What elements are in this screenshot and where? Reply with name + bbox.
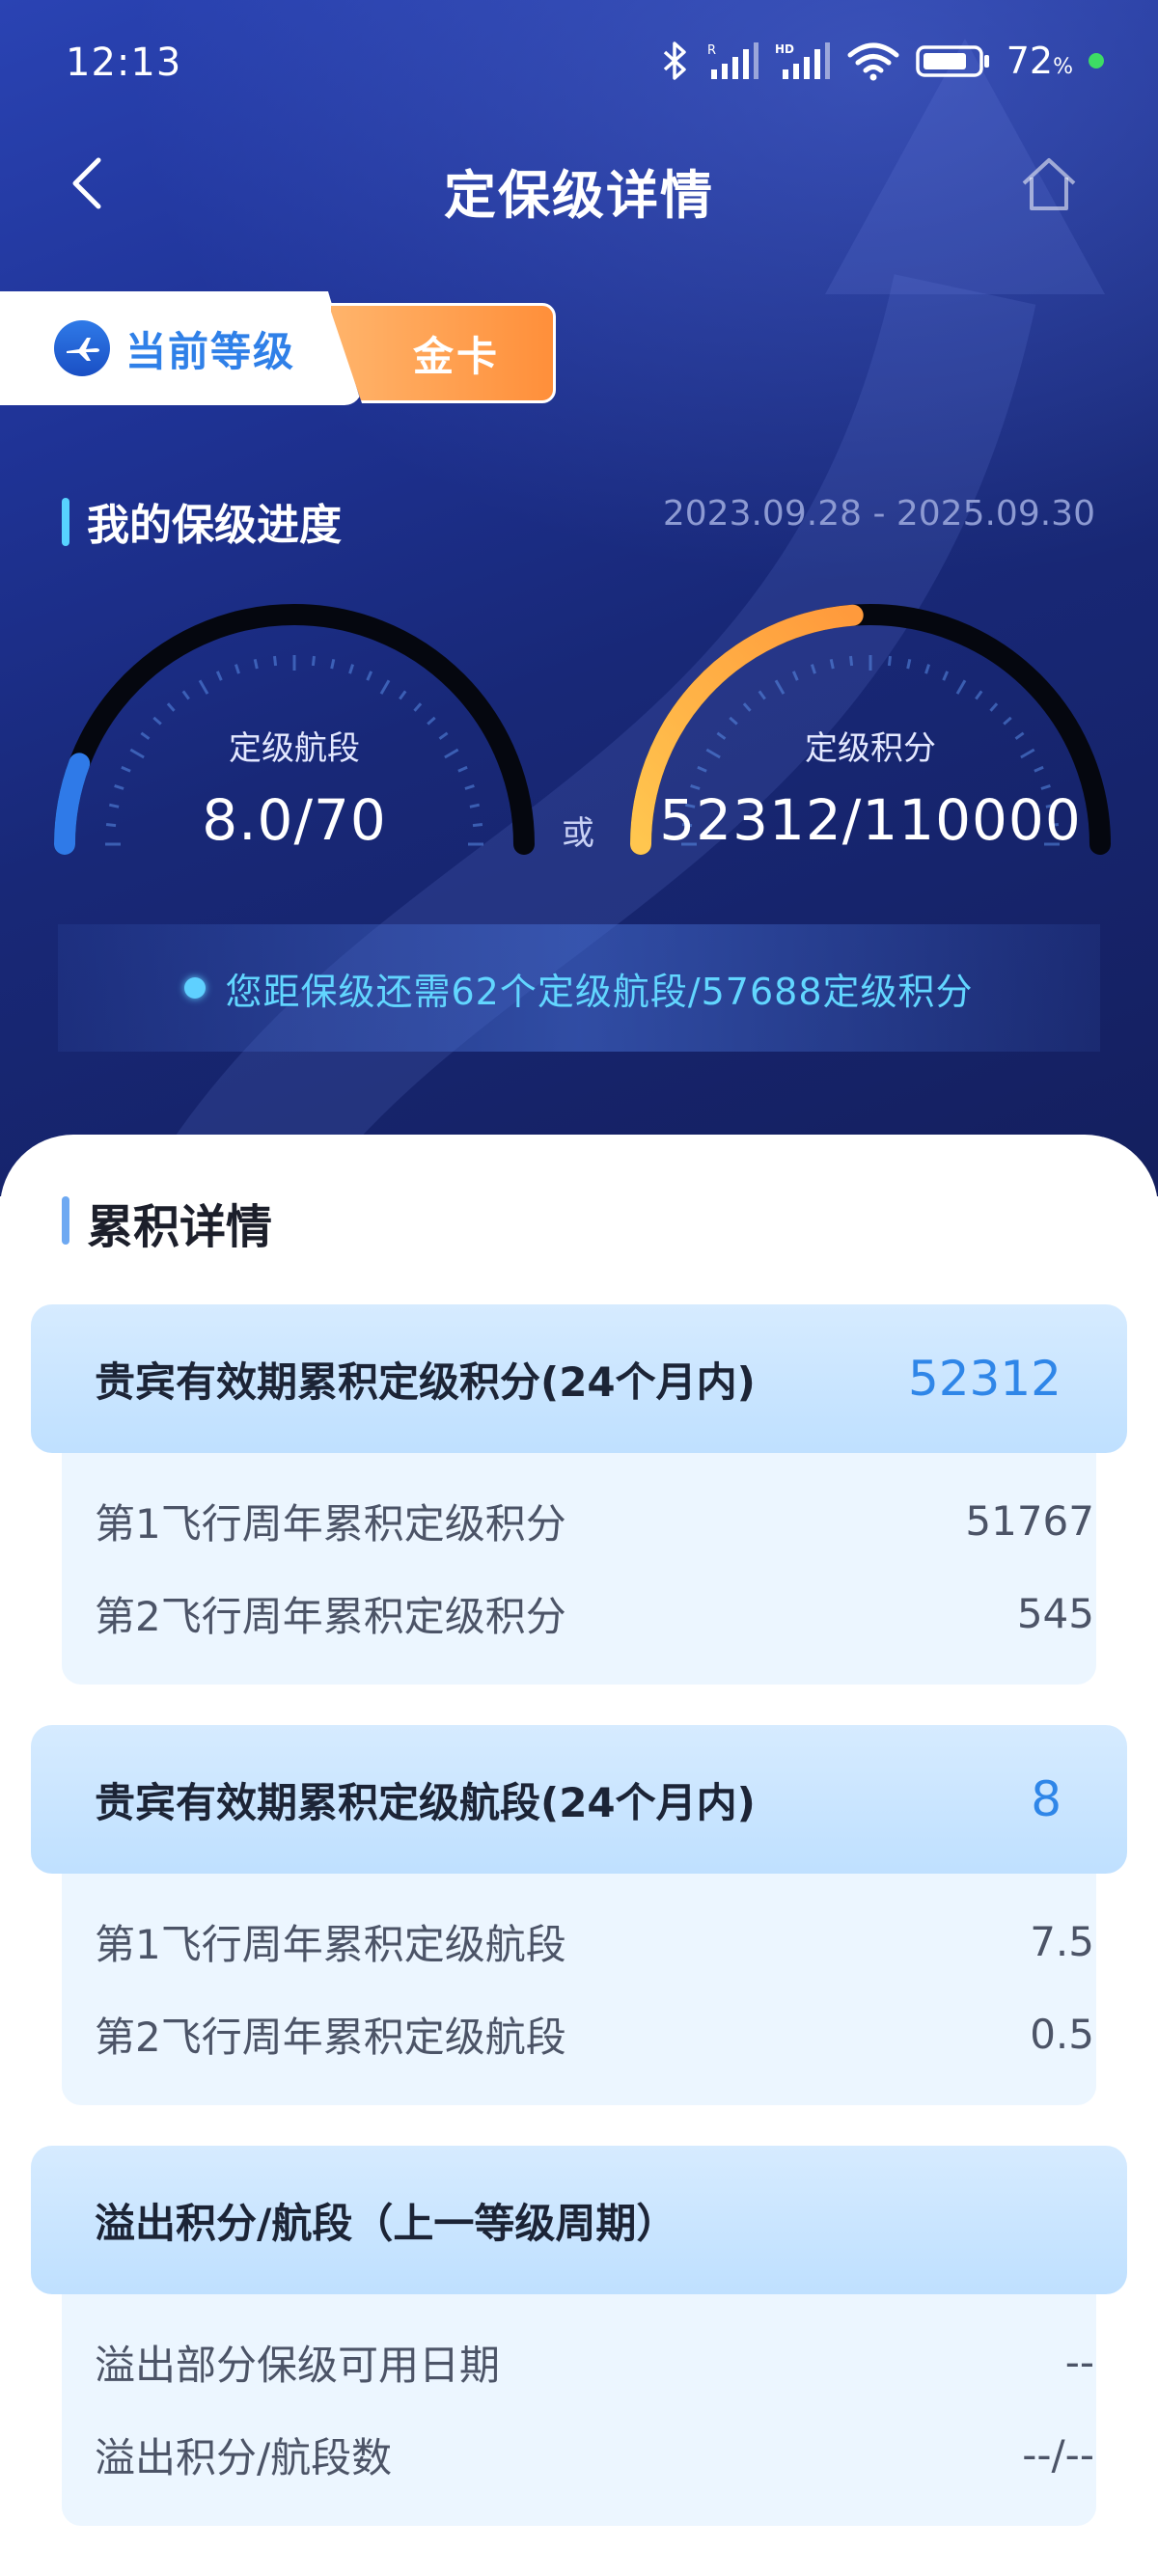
row-label: 第1飞行周年累积定级积分 bbox=[95, 1499, 566, 1548]
privacy-indicator-dot bbox=[1089, 53, 1104, 69]
group-title: 贵宾有效期累积定级航段(24个月内) bbox=[95, 1778, 756, 1826]
segments-gauge: 定级航段 8.0/70 bbox=[48, 598, 540, 868]
detail-row: 第1飞行周年累积定级积分 51767 bbox=[95, 1492, 1094, 1549]
level-value: 金卡 bbox=[412, 332, 500, 380]
gauge-tick bbox=[379, 679, 391, 695]
gauge-tick bbox=[942, 671, 950, 681]
gauge-tick bbox=[234, 664, 240, 674]
gauge-tick bbox=[849, 655, 854, 667]
points-gauge-label: 定级积分 bbox=[805, 729, 936, 768]
gauge-tick bbox=[975, 690, 983, 700]
status-time: 12:13 bbox=[66, 41, 182, 85]
segments-gauge-label: 定级航段 bbox=[229, 729, 360, 768]
section-accent-bar bbox=[62, 498, 69, 546]
gauge-tick bbox=[166, 702, 176, 712]
gauge-tick bbox=[413, 702, 423, 712]
row-value: 7.5 bbox=[1030, 1917, 1094, 1965]
segments-accumulation-group: 贵宾有效期累积定级航段(24个月内) 8 bbox=[31, 1725, 1127, 1874]
level-badge-gold: 金卡 bbox=[328, 303, 556, 403]
signal-hd-icon: HD bbox=[775, 42, 830, 79]
progress-title: 我的保级进度 bbox=[87, 501, 342, 550]
or-label: 或 bbox=[562, 814, 594, 853]
row-value: 51767 bbox=[965, 1496, 1094, 1545]
signal-r-icon: R bbox=[707, 42, 758, 79]
row-label: 溢出积分/航段数 bbox=[95, 2433, 393, 2481]
overflow-group: 溢出积分/航段（上一等级周期） bbox=[31, 2146, 1127, 2294]
row-value: -- bbox=[1064, 2338, 1094, 2386]
gauge-tick bbox=[791, 671, 799, 681]
battery-icon bbox=[915, 45, 989, 77]
detail-row: 第2飞行周年累积定级积分 545 bbox=[95, 1584, 1094, 1642]
current-level-label: 当前等级 bbox=[125, 327, 296, 375]
gauge-tick bbox=[887, 655, 892, 667]
gauge-tick bbox=[181, 690, 190, 700]
detail-row: 溢出部分保级可用日期 -- bbox=[95, 2333, 1094, 2391]
row-label: 第1飞行周年累积定级航段 bbox=[95, 1920, 566, 1968]
svg-text:R: R bbox=[707, 43, 716, 58]
gauge-tick bbox=[273, 655, 278, 667]
gauge-tick bbox=[810, 664, 816, 674]
notice-dot-icon bbox=[184, 977, 207, 999]
status-icons: R HD 72% bbox=[661, 39, 1104, 83]
gauge-tick bbox=[366, 671, 373, 681]
group-header: 贵宾有效期累积定级积分(24个月内) 52312 bbox=[31, 1304, 1127, 1453]
gauge-tick bbox=[906, 658, 912, 670]
row-label: 溢出部分保级可用日期 bbox=[95, 2341, 501, 2389]
battery-percent: 72% bbox=[1006, 40, 1073, 82]
group-body bbox=[62, 1443, 1096, 1685]
gauge-tick bbox=[955, 679, 967, 695]
points-gauge-value: 52312/110000 bbox=[659, 787, 1082, 853]
segments-gauge-value: 8.0/70 bbox=[202, 787, 387, 853]
group-title: 贵宾有效期累积定级积分(24个月内) bbox=[95, 1357, 756, 1406]
group-total: 52312 bbox=[907, 1351, 1062, 1407]
wifi-icon bbox=[847, 42, 899, 81]
gauge-tick bbox=[215, 671, 223, 681]
detail-row: 第2飞行周年累积定级航段 0.5 bbox=[95, 2005, 1094, 2063]
row-value: 545 bbox=[1016, 1589, 1094, 1637]
points-accumulation-group: 贵宾有效期累积定级积分(24个月内) 52312 bbox=[31, 1304, 1127, 1453]
gauge-tick bbox=[399, 690, 407, 700]
gauge-tick bbox=[198, 679, 209, 695]
gauge-tick bbox=[758, 690, 766, 700]
gauge-tick bbox=[989, 702, 999, 712]
gauge-tick bbox=[774, 679, 786, 695]
page-title: 定保级详情 bbox=[444, 165, 714, 226]
gauge-tick bbox=[348, 664, 355, 674]
gauge-tick bbox=[742, 702, 752, 712]
progress-period: 2023.09.28 - 2025.09.30 bbox=[662, 494, 1095, 534]
group-header: 溢出积分/航段（上一等级周期） bbox=[31, 2146, 1127, 2294]
requirement-notice: 您距保级还需62个定级航段/57688定级积分 bbox=[58, 924, 1100, 1052]
group-body bbox=[62, 1864, 1096, 2105]
gauge-tick bbox=[311, 655, 316, 667]
bluetooth-icon bbox=[663, 41, 686, 80]
row-value: 0.5 bbox=[1030, 2010, 1094, 2058]
gauge-tick bbox=[253, 658, 259, 670]
gauge-tick bbox=[330, 658, 336, 670]
row-label: 第2飞行周年累积定级航段 bbox=[95, 2013, 566, 2061]
gauge-tick bbox=[829, 658, 835, 670]
section-accent-bar bbox=[62, 1196, 69, 1245]
details-title: 累积详情 bbox=[87, 1200, 273, 1254]
points-gauge: 定级积分 52312/110000 bbox=[624, 598, 1117, 868]
group-total: 8 bbox=[1031, 1771, 1062, 1827]
row-label: 第2飞行周年累积定级积分 bbox=[95, 1592, 566, 1640]
home-icon[interactable] bbox=[1018, 156, 1080, 212]
detail-row: 第1飞行周年累积定级航段 7.5 bbox=[95, 1912, 1094, 1970]
detail-row: 溢出积分/航段数 --/-- bbox=[95, 2425, 1094, 2483]
svg-text:HD: HD bbox=[775, 42, 794, 56]
gauge-tick bbox=[924, 664, 931, 674]
row-value: --/-- bbox=[1022, 2430, 1094, 2479]
current-level-pill: 当前等级 金卡 bbox=[0, 291, 556, 405]
group-body bbox=[62, 2285, 1096, 2526]
group-header: 贵宾有效期累积定级航段(24个月内) 8 bbox=[31, 1725, 1127, 1874]
current-level-label-box: 当前等级 bbox=[0, 291, 362, 405]
requirement-notice-text: 您距保级还需62个定级航段/57688定级积分 bbox=[225, 970, 974, 1013]
group-title: 溢出积分/航段（上一等级周期） bbox=[95, 2199, 677, 2247]
plane-logo-icon bbox=[54, 320, 110, 376]
